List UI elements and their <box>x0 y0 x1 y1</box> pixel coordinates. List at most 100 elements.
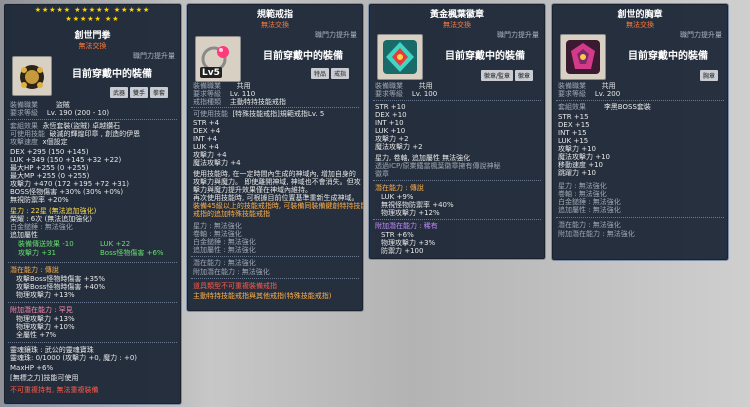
req-row: 要求等級 Lv. 190 (200 - 10) <box>10 109 110 117</box>
stat-line: 最大MP +255 (0 +255) <box>10 172 90 180</box>
divider <box>556 100 724 101</box>
equipped-label: 目前穿戴中的裝備 <box>72 69 152 80</box>
star-force-status: 星力 : 無法強化 <box>193 222 242 230</box>
desc-line: 戒指的追加特殊技能戒指 <box>193 210 270 218</box>
skill-row: 可使用技能 [特殊技能戒指]規範戒指Lv. 5 <box>193 110 325 118</box>
potential-line: 無視怪物防禦率 +40% <box>381 201 454 209</box>
add-potential-line: 防禦力 +100 <box>381 247 424 255</box>
tag: 雙手 <box>130 87 149 98</box>
stat-line: 魔法攻擊力 +2 <box>375 143 423 151</box>
desc-line: 徽章 <box>375 170 389 178</box>
set-row-3: 攻擊速度 x個設定 <box>10 138 68 146</box>
equipped-label: 目前穿戴中的裝備 <box>445 51 525 62</box>
star-force-stars: ★★★★★ ★★★★★ ★★★★★ <box>34 6 151 14</box>
item-tooltip-medal: 創世的胸章 無法交換 職門力提升量 目前穿戴中的裝備 胸章 裝備職業 共用 要求… <box>551 3 729 261</box>
set-row: 套組效果 永恆套裝(盜賊) 卓越鑽石 <box>10 122 121 130</box>
item-icon: Lv5 <box>195 36 241 82</box>
soul-skill: [無標之力]技能可使用 <box>10 374 79 382</box>
trade-status: 無法交換 <box>626 21 654 29</box>
stat-line: 最大HP +255 (0 +255) <box>10 164 89 172</box>
divider <box>373 100 541 101</box>
medal-icon <box>566 40 600 74</box>
desc-line: 再次使用技能時, 可根據目前位置基準重新生成神域。 <box>193 194 359 202</box>
add-potential-line: 物理攻擊力 +10% <box>16 323 75 331</box>
fist-weapon-icon <box>20 65 44 89</box>
stat-line: 魔法攻擊力 +4 <box>193 159 241 167</box>
stat-line: LUK +10 <box>375 127 406 135</box>
scroll-status: 卷軸 : 無法強化 <box>193 230 242 238</box>
potential-head: 潛在能力 : 傳說 <box>375 184 424 192</box>
ring-warning-2: 主動特持技能戒指與其他戒指(特殊技能戒指) <box>193 292 332 300</box>
stat-line: 無視防禦率 +20% <box>10 196 69 204</box>
tag: 戒指 <box>331 68 350 79</box>
add-potential-line: 物理攻擊力 +13% <box>16 315 75 323</box>
add-potential-status: 附加潛在能力 : 無法強化 <box>558 230 635 238</box>
item-icon <box>377 34 423 80</box>
item-tooltip-fist: ★★★★★ ★★★★★ ★★★★★ ★★★★★ ★★ 創世門拳 無法交換 職門力… <box>3 3 182 405</box>
divider <box>191 256 359 257</box>
divider <box>8 119 177 120</box>
potential-line: 物理攻擊力 +12% <box>381 209 440 217</box>
soul-weapon: 靈魂鑲珠 : 武公的靈魂寶珠 <box>10 346 94 354</box>
stat-line: 攻擊力 +4 <box>193 151 227 159</box>
stat-line: LUK +349 (150 +145 +32 +22) <box>10 156 122 164</box>
divider <box>373 180 541 181</box>
add-potential-line: 全屬性 +7% <box>16 331 57 339</box>
ring-level-badge: Lv5 <box>202 68 220 78</box>
unequip-warning: 不可重複持有, 無法重複裝備 <box>10 386 99 394</box>
tag-bar: 徽章/監章 徽章 <box>481 70 534 81</box>
divider <box>373 219 541 220</box>
soul-status: 榮耀 : 6次 (無法追加強化) <box>10 215 92 223</box>
stat-line: LUK +15 <box>558 137 589 145</box>
tag: 武器 <box>110 87 129 98</box>
hammer-status: 白金鎚錘 : 無法強化 <box>558 198 621 206</box>
star-force-status: 星力 : 無法強化 <box>558 182 607 190</box>
stat-line: 攻擊力 +10 <box>558 145 596 153</box>
req-row: 要求等級 Lv. 110 <box>193 90 256 98</box>
trade-status: 無法交換 <box>443 21 471 29</box>
tag: 徽章/監章 <box>481 70 514 81</box>
hammer-status: 白金鎚錘 : 無法強化 <box>10 223 73 231</box>
job-row: 裝備職業 盜賊 <box>10 101 70 109</box>
desc-line: 擊力與魔力提升效果僅在神域內維持。 <box>193 186 312 194</box>
stat-line: DEX +15 <box>558 121 590 129</box>
divider <box>8 302 177 303</box>
job-row: 裝備職業 共用 <box>193 82 251 90</box>
job-row: 裝備職業 共用 <box>375 82 433 90</box>
add-potential-status: 附加潛在能力 : 無法強化 <box>193 268 270 276</box>
tag-bar: 胸章 <box>700 70 719 81</box>
req-row: 要求等級 Lv. 200 <box>558 90 621 98</box>
req-row: 要求等級 Lv. 100 <box>375 90 438 98</box>
item-icon <box>12 56 52 96</box>
stat-line: 攻擊力 +2 <box>375 135 409 143</box>
item-title: 規範戒指 <box>256 10 293 20</box>
potential-line: 攻擊Boss怪物時傷害 +40% <box>16 283 106 291</box>
star-force-status: 星力 : 22星 (無法追加強化) <box>10 207 97 215</box>
add-potential-head: 附加潛在能力 : 罕見 <box>10 306 73 314</box>
equipped-label: 目前穿戴中的裝備 <box>628 51 708 62</box>
star-force-stars-2: ★★★★★ ★★ <box>65 15 120 23</box>
stat-line: 攻擊力 +470 (172 +195 +72 +31) <box>10 180 129 188</box>
tag-bar: 特品 戒指 <box>311 68 350 79</box>
tag-bar: 武器 雙手 拳套 <box>110 87 169 98</box>
equipped-label: 目前穿戴中的裝備 <box>263 51 343 62</box>
extra-attr-line: Boss怪物傷害 +6% <box>100 249 164 257</box>
item-tooltip-badge: 黃金楓葉徽章 無法交換 職門力提升量 目前穿戴中的裝備 徽章/監章 徽章 裝備職… <box>368 3 546 260</box>
job-row: 裝備職業 共用 <box>558 82 616 90</box>
divider <box>8 262 177 263</box>
set-row-2: 可使用技能 破滅的輝煌印章 , 創造的伊恩 <box>10 130 141 138</box>
set-row: 套組效果 李黑BOSS套裝 <box>558 103 651 111</box>
desc-line: 使用技能時, 在一定時間內生成的神域內, 增加自身的 <box>193 170 356 178</box>
item-title: 創世門拳 <box>74 31 111 41</box>
maple-badge-icon <box>383 40 417 74</box>
extra-attr-status: 追加屬性 : 無法強化 <box>193 246 256 254</box>
stat-line: BOSS怪物傷害 +30% (30% +0%) <box>10 188 124 196</box>
stat-line: 跳躍力 +10 <box>558 169 596 177</box>
stat-line: DEX +295 (150 +145) <box>10 148 89 156</box>
stat-line: STR +15 <box>558 113 589 121</box>
tag: 特品 <box>311 68 330 79</box>
ring-warning: 道具類型不可重複裝備戒指 <box>193 282 277 290</box>
item-title: 黃金楓葉徽章 <box>429 10 484 20</box>
stat-line: DEX +10 <box>375 111 407 119</box>
desc-line: 透過ICP/原業鐵當楓葉徽章擁有傳說神秘 <box>375 162 501 170</box>
